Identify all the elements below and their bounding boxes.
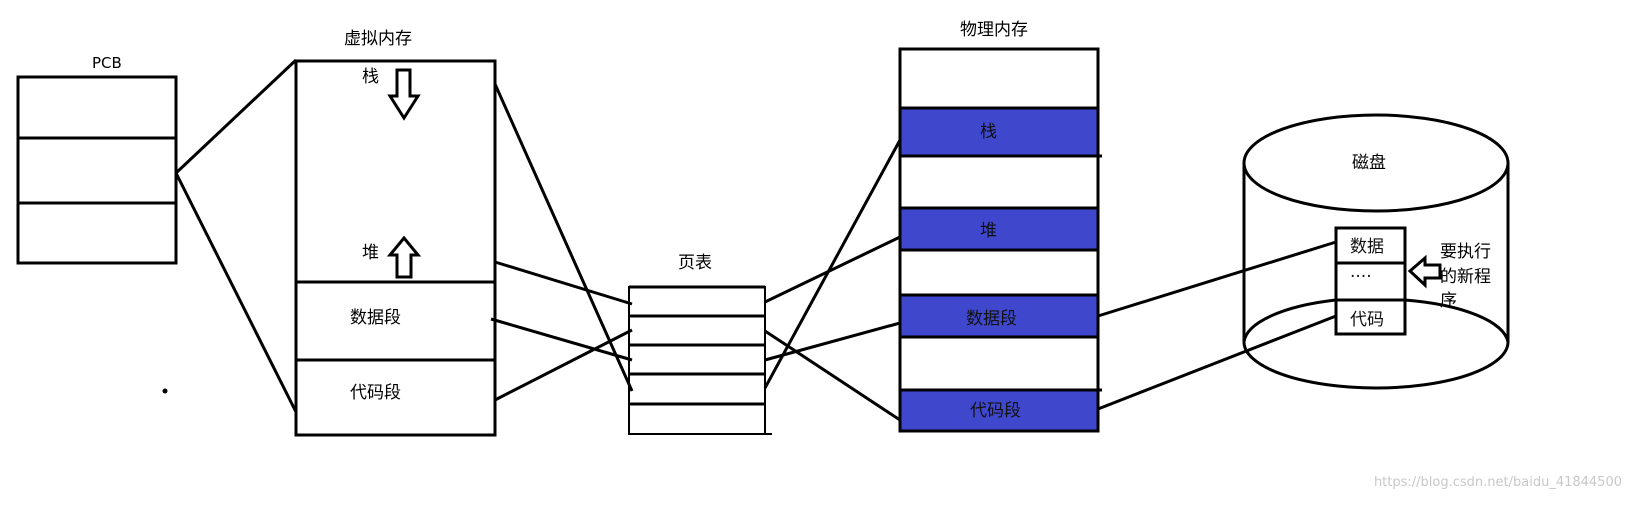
disk-ellipsis-label: ···· <box>1350 267 1372 287</box>
vm-heap-label: 堆 <box>362 243 379 263</box>
page-table-to-physical-connectors <box>763 139 902 422</box>
new-program-note-line3: 序 <box>1440 291 1457 311</box>
connector-pt-heap-phys <box>764 235 901 304</box>
connector-pcb-vm-top <box>174 58 298 175</box>
physical-to-disk-connectors <box>1097 240 1337 411</box>
phys-data-segment-label: 数据段 <box>966 309 1017 329</box>
vm-code-segment-label: 代码段 <box>350 383 401 403</box>
new-program-note-line1: 要执行 <box>1440 242 1491 262</box>
page-table-block: 页表 <box>628 253 772 435</box>
connector-pt-code-phys <box>764 329 901 422</box>
connector-pcb-vm-bottom <box>174 172 298 413</box>
phys-heap-label: 堆 <box>980 221 997 241</box>
phys-stack-label: 栈 <box>980 122 997 142</box>
page-table-title: 页表 <box>678 253 712 273</box>
pcb-to-vm-connectors <box>174 58 298 413</box>
pcb-block: PCB <box>16 54 178 265</box>
disk-title: 磁盘 <box>1352 153 1386 173</box>
stray-dot <box>162 388 168 394</box>
vm-stack-label: 栈 <box>362 67 379 87</box>
virtual-memory-block: 虚拟内存 栈 堆 数据段 代码段 <box>294 29 497 437</box>
disk-data-label: 数据 <box>1350 237 1384 257</box>
phys-stack-cell <box>900 108 1098 156</box>
disk-block: 磁盘 数据 ···· 代码 要执行 的新程 序 <box>1242 113 1510 390</box>
disk-code-label: 代码 <box>1350 310 1384 330</box>
connector-pt-data-phys <box>764 321 901 362</box>
connector-vm-heap-pt <box>494 260 633 306</box>
connector-phys-code-disk <box>1097 314 1337 411</box>
pcb-title: PCB <box>92 54 122 72</box>
vm-to-page-table-connectors <box>490 83 634 402</box>
connector-pt-stack-phys <box>763 139 902 389</box>
connector-vm-stack-pt <box>493 83 634 392</box>
phys-code-segment-label: 代码段 <box>970 401 1021 421</box>
vm-data-segment-label: 数据段 <box>350 308 401 328</box>
physical-memory-title: 物理内存 <box>960 20 1028 40</box>
watermark: https://blog.csdn.net/baidu_41844500 <box>1374 475 1622 490</box>
virtual-memory-title: 虚拟内存 <box>344 29 412 49</box>
pcb-box <box>16 75 178 265</box>
heap-grow-up-arrow-icon <box>386 235 422 279</box>
phys-heap-cell <box>900 208 1098 250</box>
page-table-box <box>628 286 766 435</box>
left-arrow-icon <box>1407 254 1442 289</box>
physical-memory-block: 物理内存 栈 堆 数据段 代码段 <box>898 20 1102 433</box>
new-program-note-line2: 的新程 <box>1440 267 1491 287</box>
disk-bottom-front-arc <box>1242 341 1510 390</box>
stack-grow-down-arrow-icon <box>387 68 421 121</box>
memory-mapping-diagram: PCB 虚拟内存 栈 堆 数据段 代码段 页表 物理内存 栈 堆 数据段 代码段… <box>16 20 1622 490</box>
